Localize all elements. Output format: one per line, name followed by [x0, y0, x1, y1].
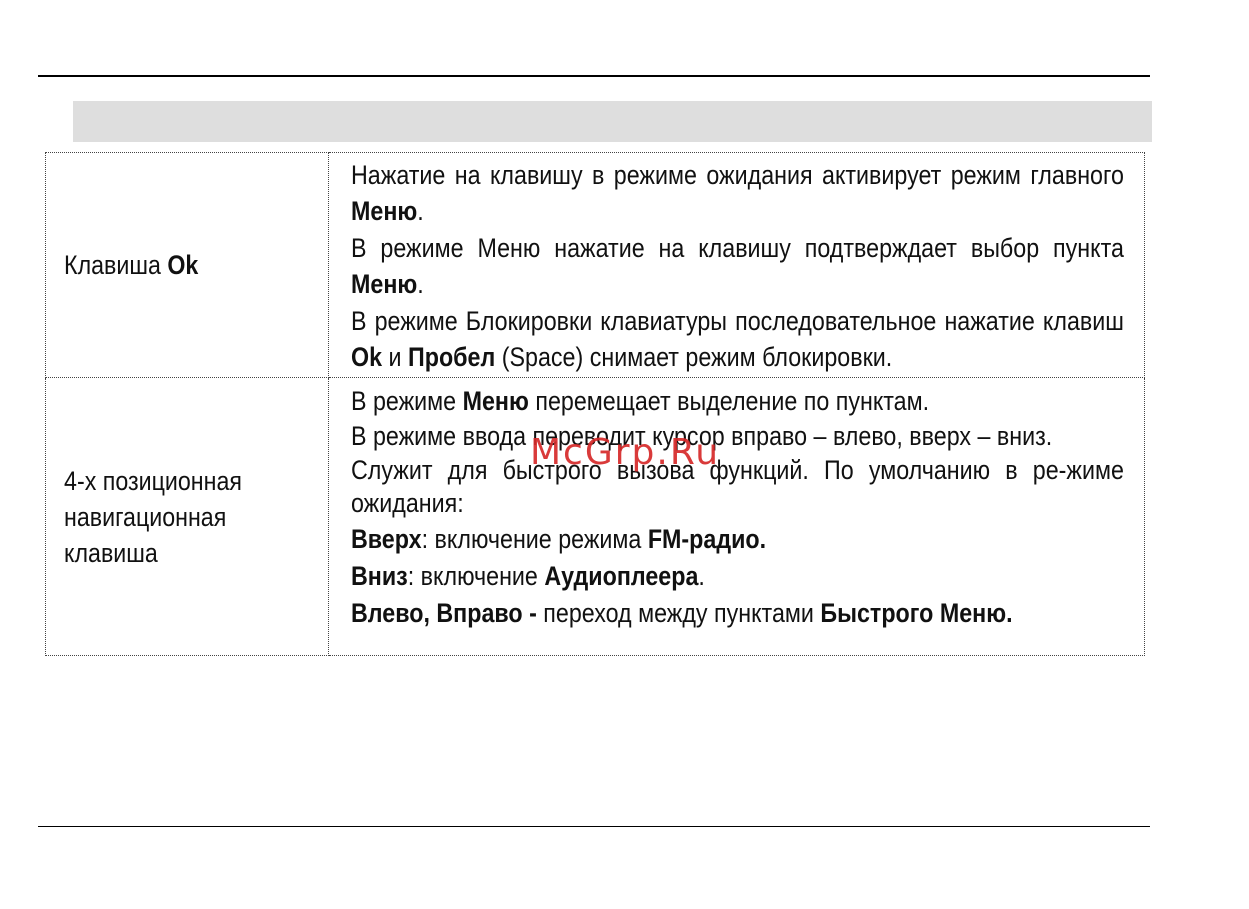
key-name-navigation: 4-х позиционная навигационная клавиша — [64, 465, 242, 568]
key-name-cell: 4-х позиционная навигационная клавиша — [45, 377, 329, 656]
table-row: 4-х позиционная навигационная клавиша В ре… — [45, 377, 1145, 656]
description-cell: В режиме Меню перемещает выделение по пу… — [328, 377, 1145, 656]
description-paragraph: Вниз: включение Аудиоплеера. — [351, 561, 705, 591]
footer-rule — [38, 826, 1150, 827]
header-rule — [38, 75, 1150, 77]
key-functions-table: Клавиша Ok Нажатие на клавишу в режиме о… — [45, 152, 1145, 656]
section-header-band — [73, 101, 1152, 142]
description-paragraph: Влево, Вправо - переход между пунктами Б… — [351, 598, 1013, 628]
description-paragraph: В режиме Меню нажатие на клавишу подтвер… — [351, 233, 1124, 299]
description-paragraph: В режиме Блокировки клавиатуры последова… — [351, 306, 1124, 372]
key-name-cell: Клавиша Ok — [45, 152, 329, 378]
description-cell: Нажатие на клавишу в режиме ожидания акт… — [328, 152, 1145, 378]
description-paragraph: Служит для быстрого вызова функций. По у… — [351, 455, 1124, 518]
description-paragraph: В режиме ввода переводит курсор вправо –… — [351, 421, 1053, 451]
description-paragraph: Вверх: включение режима FM-радио. — [351, 524, 767, 554]
key-name-ok: Клавиша Ok — [64, 250, 199, 280]
table-row: Клавиша Ok Нажатие на клавишу в режиме о… — [45, 152, 1145, 378]
description-paragraph: Нажатие на клавишу в режиме ожидания акт… — [351, 160, 1124, 226]
watermark-text: McGrp.Ru — [530, 432, 721, 473]
description-paragraph: В режиме Меню перемещает выделение по пу… — [351, 386, 930, 416]
